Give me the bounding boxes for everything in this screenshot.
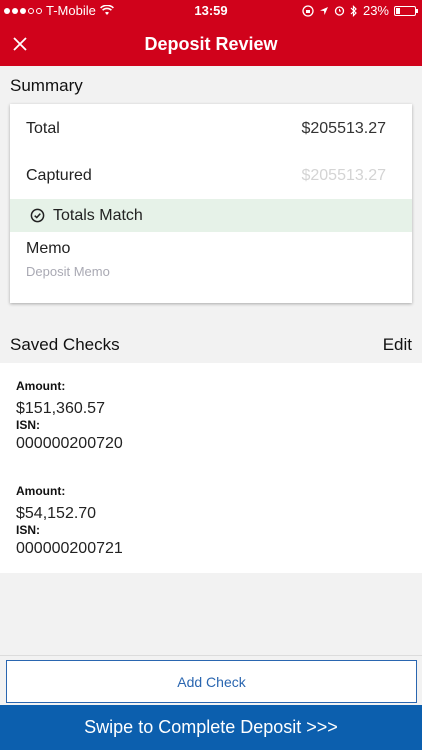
check-isn: 000000200721 [16,540,123,557]
check-amount: $151,360.57 [16,400,105,417]
battery-icon [394,5,418,16]
total-label: Total [26,120,60,137]
captured-value: $205513.27 [301,167,386,184]
signal-strength-icon [4,7,42,14]
check-circle-icon [30,208,45,223]
total-row: Total $205513.27 [10,120,412,150]
status-icons: 23% [302,3,418,18]
page-title: Deposit Review [144,34,278,54]
saved-checks-list: Amount: $151,360.57 ISN: 000000200720 Am… [0,363,422,573]
summary-card: Total $205513.27 Captured $205513.27 Tot… [10,104,412,303]
isn-label: ISN: [16,418,40,432]
total-value: $205513.27 [301,120,386,137]
amount-label: Amount: [16,484,66,498]
check-amount: $54,152.70 [16,505,97,522]
status-bar: T-Mobile 13:59 23% [0,0,422,22]
close-icon[interactable] [8,32,32,56]
location-icon [319,6,328,15]
edit-button[interactable]: Edit [383,335,412,355]
amount-label: Amount: [16,379,66,393]
isn-label: ISN: [16,523,40,537]
summary-heading: Summary [10,76,83,95]
memo-input[interactable] [26,264,396,279]
alarm-icon [334,6,345,16]
wifi-icon [99,5,114,15]
swipe-to-complete-slider[interactable]: Swipe to Complete Deposit >>> [0,705,422,750]
totals-match-text: Totals Match [53,206,143,224]
carrier-name: T-Mobile [46,3,96,18]
bluetooth-icon [350,4,357,17]
memo-label: Memo [26,240,71,257]
nav-bar: Deposit Review [0,22,422,66]
captured-row: Captured $205513.27 [10,167,412,197]
check-item[interactable]: Amount: $151,360.57 ISN: 000000200720 [16,379,406,453]
captured-label: Captured [26,167,92,184]
add-check-button[interactable]: Add Check [6,660,417,703]
totals-match-banner: Totals Match [10,199,412,232]
check-isn: 000000200720 [16,435,123,452]
divider [0,655,422,656]
battery-percent: 23% [362,3,389,18]
check-item[interactable]: Amount: $54,152.70 ISN: 000000200721 [16,484,406,558]
rotation-lock-icon [302,4,314,17]
saved-checks-heading: Saved Checks [10,335,120,354]
carrier-signal: T-Mobile [4,3,114,18]
